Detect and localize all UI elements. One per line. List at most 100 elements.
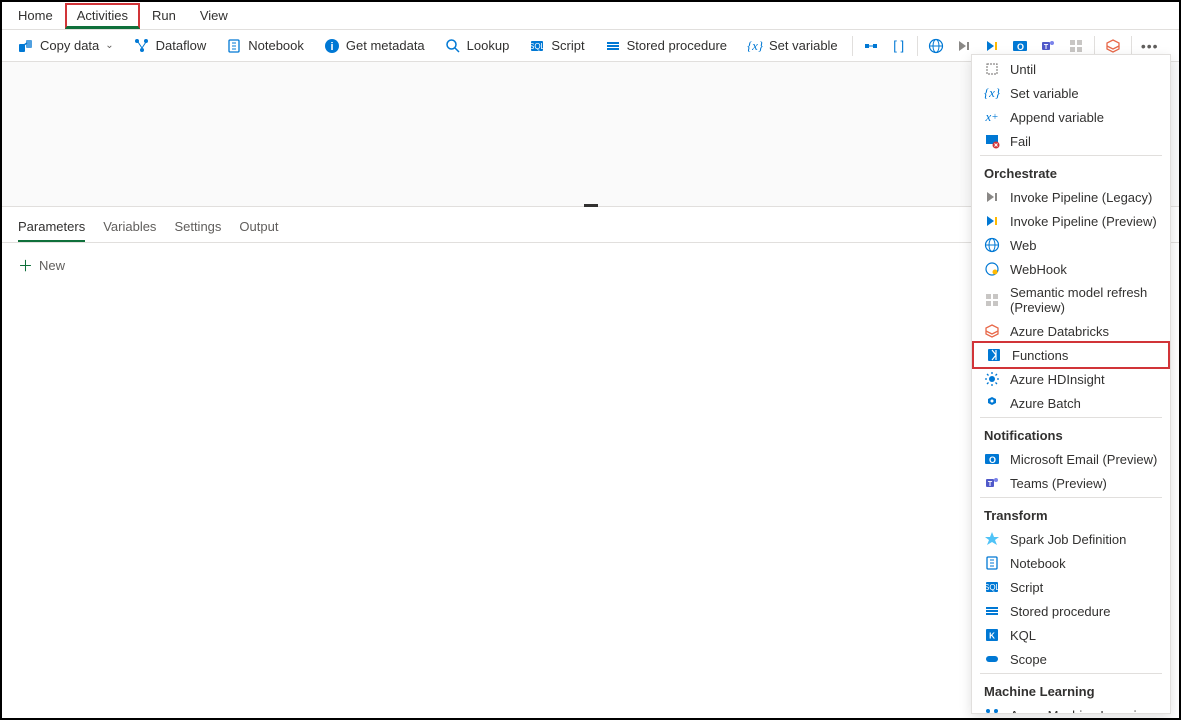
semantic-refresh-icon (984, 292, 1000, 308)
copy-data-button[interactable]: Copy data ⌄ (10, 34, 122, 58)
invoke-preview-icon (984, 213, 1000, 229)
dd-invoke-pipeline-preview[interactable]: Invoke Pipeline (Preview) (972, 209, 1170, 233)
semantic-refresh-icon (1068, 38, 1084, 54)
dd-label: Stored procedure (1010, 604, 1110, 619)
tab-parameters[interactable]: Parameters (18, 213, 85, 242)
dd-azure-databricks[interactable]: Azure Databricks (972, 319, 1170, 343)
get-metadata-button[interactable]: i Get metadata (316, 34, 433, 58)
stored-procedure-button[interactable]: Stored procedure (597, 34, 735, 58)
dd-label: Notebook (1010, 556, 1066, 571)
more-icon: ••• (1142, 38, 1158, 54)
divider (917, 36, 918, 56)
tab-run[interactable]: Run (140, 3, 188, 28)
chevron-down-icon: ⌄ (105, 40, 113, 51)
globe-icon (928, 38, 944, 54)
invoke-legacy-icon (984, 189, 1000, 205)
tab-view[interactable]: View (188, 3, 240, 28)
set-variable-label: Set variable (769, 38, 838, 53)
azure-ml-icon (984, 707, 1000, 714)
dd-label: Azure Machine Learning (1010, 708, 1151, 715)
new-label: New (39, 258, 65, 273)
dd-semantic-refresh[interactable]: Semantic model refresh (Preview) (972, 281, 1170, 319)
divider (980, 673, 1162, 674)
svg-text:T: T (1044, 44, 1049, 51)
svg-text:O: O (1017, 42, 1024, 52)
tab-settings[interactable]: Settings (174, 213, 221, 242)
svg-text:i: i (330, 41, 333, 53)
dd-spark-job[interactable]: Spark Job Definition (972, 527, 1170, 551)
dd-set-variable[interactable]: {x} Set variable (972, 81, 1170, 105)
dd-label: KQL (1010, 628, 1036, 643)
functions-icon (986, 347, 1002, 363)
tab-variables[interactable]: Variables (103, 213, 156, 242)
dd-until[interactable]: Until (972, 57, 1170, 81)
divider (852, 36, 853, 56)
bracket-icon: [ ] (891, 38, 907, 54)
divider (980, 497, 1162, 498)
dd-append-variable[interactable]: x+ Append variable (972, 105, 1170, 129)
dd-functions[interactable]: Functions (972, 341, 1170, 369)
kql-icon: K (984, 627, 1000, 643)
get-metadata-label: Get metadata (346, 38, 425, 53)
dd-invoke-pipeline-legacy[interactable]: Invoke Pipeline (Legacy) (972, 185, 1170, 209)
dd-azure-batch[interactable]: Azure Batch (972, 391, 1170, 415)
plus-icon: ＋ (18, 255, 33, 276)
dataflow-button[interactable]: Dataflow (126, 34, 215, 58)
dd-label: Spark Job Definition (1010, 532, 1126, 547)
stored-procedure-label: Stored procedure (627, 38, 727, 53)
dd-label: WebHook (1010, 262, 1067, 277)
web-icon-button[interactable] (924, 34, 948, 58)
dd-header-notifications: Notifications (972, 420, 1170, 447)
dd-microsoft-email[interactable]: O Microsoft Email (Preview) (972, 447, 1170, 471)
divider (1094, 36, 1095, 56)
top-tabs: Home Activities Run View (2, 2, 1179, 30)
dd-fail[interactable]: Fail (972, 129, 1170, 153)
webhook-icon (984, 261, 1000, 277)
dd-teams[interactable]: T Teams (Preview) (972, 471, 1170, 495)
teams-icon: T (1040, 38, 1056, 54)
dd-label: Functions (1012, 348, 1068, 363)
divider (1131, 36, 1132, 56)
dd-web[interactable]: Web (972, 233, 1170, 257)
info-icon: i (324, 38, 340, 54)
dd-kql[interactable]: K KQL (972, 623, 1170, 647)
dd-azure-hdinsight[interactable]: Azure HDInsight (972, 367, 1170, 391)
dd-webhook[interactable]: WebHook (972, 257, 1170, 281)
dd-scope[interactable]: Scope (972, 647, 1170, 671)
invoke-preview-icon (984, 38, 1000, 54)
new-parameter-button[interactable]: ＋ New (18, 255, 65, 276)
set-variable-button[interactable]: {x} Set variable (739, 34, 846, 58)
stored-procedure-icon (984, 603, 1000, 619)
copy-data-icon (18, 38, 34, 54)
invoke-legacy-icon (956, 38, 972, 54)
append-variable-icon: x+ (984, 109, 1000, 125)
dd-notebook[interactable]: Notebook (972, 551, 1170, 575)
variable-icon: {x} (984, 85, 1000, 101)
dd-azure-ml[interactable]: Azure Machine Learning (972, 703, 1170, 714)
svg-text:SQL: SQL (984, 583, 1000, 592)
dd-stored-procedure[interactable]: Stored procedure (972, 599, 1170, 623)
resize-handle[interactable] (584, 204, 598, 207)
dd-label: Fail (1010, 134, 1031, 149)
dd-label: Azure HDInsight (1010, 372, 1105, 387)
lookup-button[interactable]: Lookup (437, 34, 518, 58)
notebook-icon (984, 555, 1000, 571)
script-button[interactable]: SQL Script (521, 34, 592, 58)
dd-script[interactable]: SQL Script (972, 575, 1170, 599)
pipeline-icon-button[interactable] (859, 34, 883, 58)
svg-text:T: T (988, 481, 993, 488)
notebook-button[interactable]: Notebook (218, 34, 312, 58)
batch-icon (984, 395, 1000, 411)
bracket-icon-button[interactable]: [ ] (887, 34, 911, 58)
tab-output[interactable]: Output (239, 213, 278, 242)
notebook-label: Notebook (248, 38, 304, 53)
hdinsight-icon (984, 371, 1000, 387)
dd-label: Script (1010, 580, 1043, 595)
tab-home[interactable]: Home (6, 3, 65, 28)
dd-label: Invoke Pipeline (Preview) (1010, 214, 1157, 229)
copy-data-label: Copy data (40, 38, 99, 53)
dd-label: Semantic model refresh (Preview) (1010, 285, 1158, 315)
activities-dropdown: Until {x} Set variable x+ Append variabl… (971, 54, 1171, 714)
scope-icon (984, 651, 1000, 667)
tab-activities[interactable]: Activities (65, 3, 140, 29)
